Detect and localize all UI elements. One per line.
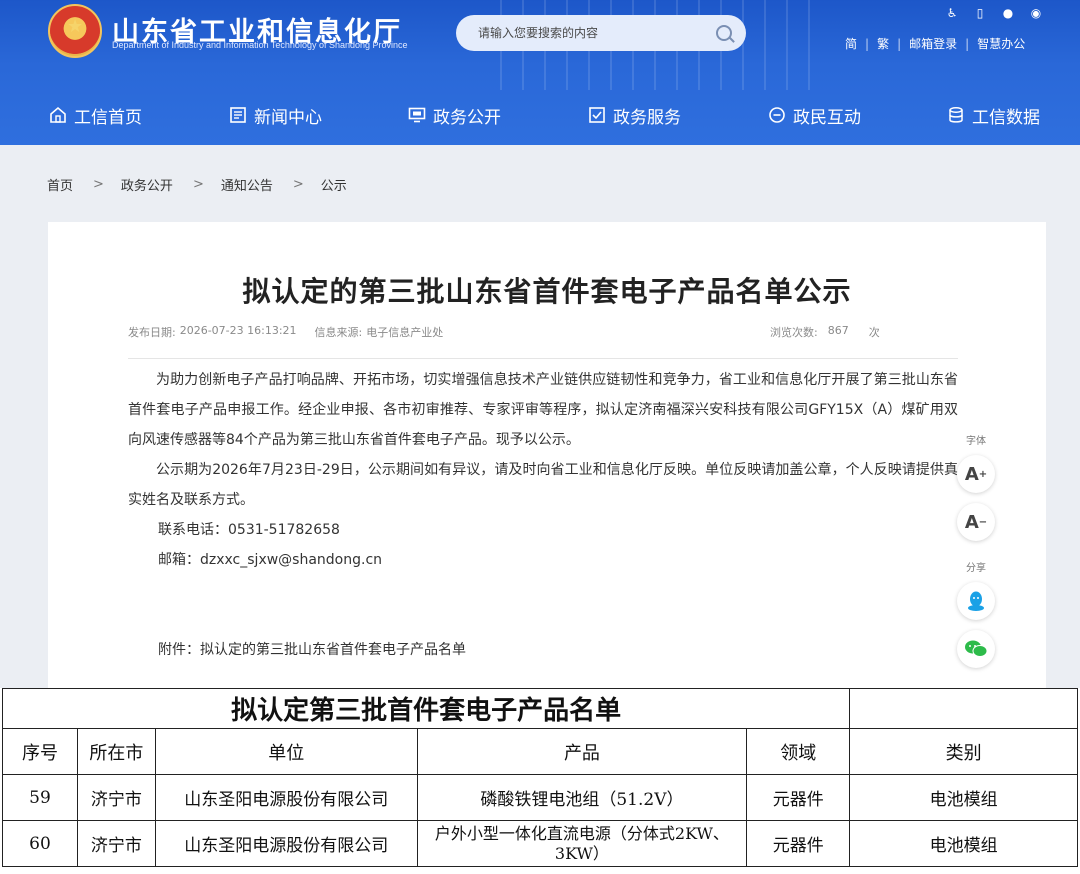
table-row: 60 济宁市 山东圣阳电源股份有限公司 户外小型一体化直流电源（分体式2KW、3… (2, 820, 1078, 867)
site-subtitle: Department of Industry and Information T… (112, 40, 408, 50)
search-input[interactable] (478, 26, 716, 40)
column-header: 序号 (2, 728, 78, 775)
nav-item-gov-service[interactable]: 政务服务 (587, 92, 681, 138)
monitor-icon (407, 105, 427, 125)
column-header: 单位 (154, 728, 418, 775)
service-icon (587, 105, 607, 125)
article-title: 拟认定的第三批山东省首件套电子产品名单公示 (242, 275, 852, 308)
table-cell: 户外小型一体化直流电源（分体式2KW、3KW） (416, 820, 748, 867)
table-header-row: 序号 所在市 单位 产品 领域 类别 (2, 728, 1078, 775)
table-cell: 济宁市 (76, 820, 156, 867)
contact-phone: 联系电话：0531-51782658 (158, 522, 340, 538)
font-size-label: 字体 (966, 436, 986, 447)
breadcrumb-publicity[interactable]: 公示 (321, 175, 347, 194)
views-value: 867 (827, 324, 849, 337)
table-cell: 山东圣阳电源股份有限公司 (154, 774, 418, 821)
product-table: 拟认定第三批首件套电子产品名单 序号 所在市 单位 产品 领域 类别 59 济宁… (1, 688, 1078, 867)
database-icon (946, 105, 966, 125)
article-card: 拟认定的第三批山东省首件套电子产品名单公示 发布日期: 2026-07-23 1… (48, 222, 1046, 692)
column-header: 产品 (416, 728, 748, 775)
search-box[interactable] (456, 15, 746, 51)
table-cell: 元器件 (746, 820, 851, 867)
article-meta: 发布日期: 2026-07-23 16:13:21 信息来源: 电子信息产业处 (128, 324, 443, 340)
accessibility-icon[interactable]: ♿ (944, 6, 960, 20)
top-links: 简 | 繁 | 邮箱登录 | 智慧办公 (845, 35, 1026, 52)
paragraph-period: 公示期为2026年7月23日-29日，公示期间如有异议，请及时向省工业和信息化厅… (128, 462, 958, 508)
breadcrumb-separator: > (292, 177, 304, 192)
nav-item-gov-affairs[interactable]: 政务公开 (407, 92, 501, 138)
publish-date: 2026-07-23 16:13:21 (179, 324, 297, 337)
views-unit: 次 (868, 326, 880, 339)
nav-item-data[interactable]: 工信数据 (946, 92, 1040, 138)
main-nav: 工信首页 新闻中心 政务公开 政务服务 政民互动 工信数据 (0, 92, 1080, 138)
breadcrumb-separator: > (93, 177, 104, 192)
table-cell: 59 (2, 774, 78, 821)
chat-icon (767, 105, 787, 125)
table-cell: 电池模组 (849, 774, 1078, 821)
table-cell: 济宁市 (76, 774, 156, 821)
top-icons: ♿ ▯ ● ◉ (944, 6, 1044, 20)
breadcrumb-gov-affairs[interactable]: 政务公开 (121, 175, 173, 194)
side-tools: 字体 A + A − 分享 (955, 432, 997, 678)
link-smart-office[interactable]: 智慧办公 (977, 35, 1025, 52)
table-cell: 电池模组 (849, 820, 1078, 867)
mobile-icon[interactable]: ▯ (972, 6, 988, 20)
article-body: 为助力创新电子产品打响品牌、开拓市场，切实增强信息技术产业链供应链韧性和竞争力，… (128, 365, 958, 665)
table-row: 59 济宁市 山东圣阳电源股份有限公司 磷酸铁锂电池组（51.2V） 元器件 电… (2, 774, 1078, 821)
share-label: 分享 (966, 563, 986, 574)
table-cell: 元器件 (746, 774, 851, 821)
news-icon (228, 105, 248, 125)
source-value: 电子信息产业处 (366, 326, 444, 339)
share-wechat-button[interactable] (957, 630, 995, 668)
breadcrumb-home[interactable]: 首页 (47, 175, 73, 194)
nav-item-interaction[interactable]: 政民互动 (767, 92, 861, 138)
attachment-link[interactable]: 附件：拟认定的第三批山东省首件套电子产品名单 (128, 635, 958, 665)
nav-item-home[interactable]: 工信首页 (48, 92, 142, 138)
weibo-icon[interactable]: ◉ (1028, 6, 1044, 20)
contact-email: 邮箱：dzxxc_sjxw@shandong.cn (158, 552, 383, 568)
search-icon[interactable] (716, 25, 732, 41)
wechat-icon (965, 640, 988, 657)
share-qq-button[interactable] (957, 582, 995, 620)
source-label: 信息来源: (314, 326, 363, 339)
wechat-icon[interactable]: ● (1000, 6, 1016, 20)
home-icon (48, 105, 68, 125)
breadcrumb-notices[interactable]: 通知公告 (221, 175, 273, 194)
column-header: 类别 (849, 728, 1078, 775)
qq-icon (968, 591, 984, 611)
table-cell: 磷酸铁锂电池组（51.2V） (416, 774, 748, 821)
table-cell: 山东圣阳电源股份有限公司 (154, 820, 418, 867)
national-emblem-icon (48, 4, 102, 58)
link-mail-login[interactable]: 邮箱登录 (909, 35, 957, 52)
font-decrease-button[interactable]: A − (957, 503, 995, 541)
table-cell: 60 (2, 820, 78, 867)
product-table-image: 拟认定第三批首件套电子产品名单 序号 所在市 单位 产品 领域 类别 59 济宁… (0, 688, 1080, 874)
table-title: 拟认定第三批首件套电子产品名单 (1, 688, 851, 729)
paragraph-intro: 为助力创新电子产品打响品牌、开拓市场，切实增强信息技术产业链供应链韧性和竞争力，… (128, 372, 958, 448)
link-simplified[interactable]: 简 (845, 35, 857, 52)
view-count: 浏览次数: 867 次 (770, 324, 880, 340)
link-traditional[interactable]: 繁 (877, 35, 889, 52)
column-header: 所在市 (76, 728, 156, 775)
breadcrumb: 首页 > 政务公开 > 通知公告 > 公示 (47, 175, 347, 194)
font-increase-button[interactable]: A + (957, 455, 995, 493)
table-title-row: 拟认定第三批首件套电子产品名单 (1, 688, 1078, 729)
divider (128, 358, 958, 359)
site-header: 山东省工业和信息化厅 Department of Industry and In… (0, 0, 1080, 145)
publish-date-label: 发布日期: (128, 326, 176, 339)
views-label: 浏览次数: (770, 326, 818, 339)
column-header: 领域 (746, 728, 851, 775)
breadcrumb-separator: > (192, 177, 204, 192)
nav-item-news[interactable]: 新闻中心 (228, 92, 322, 138)
